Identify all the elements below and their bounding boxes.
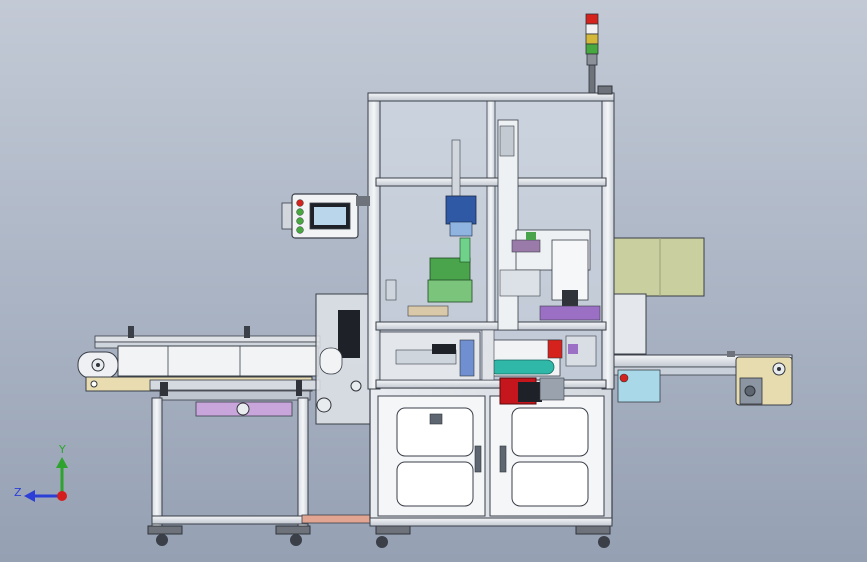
axis-triad: Y Z	[14, 443, 68, 502]
hmi-button-red	[296, 199, 304, 207]
machine-cabinet	[369, 387, 613, 548]
tower-light-red	[585, 13, 599, 25]
infeed-conveyor	[77, 326, 321, 417]
z-axis-label: Z	[14, 486, 22, 499]
transfer-guard	[315, 293, 373, 425]
cad-viewport[interactable]: Y Z	[0, 0, 867, 562]
x-axis-dot	[57, 491, 67, 501]
signal-tower	[585, 13, 599, 94]
roller	[489, 359, 555, 375]
exit-conveyor	[611, 351, 793, 406]
tower-light-green	[585, 43, 599, 55]
hmi-control-panel	[281, 193, 370, 239]
machine-drawing: Y Z	[14, 13, 793, 548]
tower-light-yellow	[585, 33, 599, 45]
side-panel	[611, 237, 705, 297]
y-axis-label: Y	[58, 443, 66, 456]
